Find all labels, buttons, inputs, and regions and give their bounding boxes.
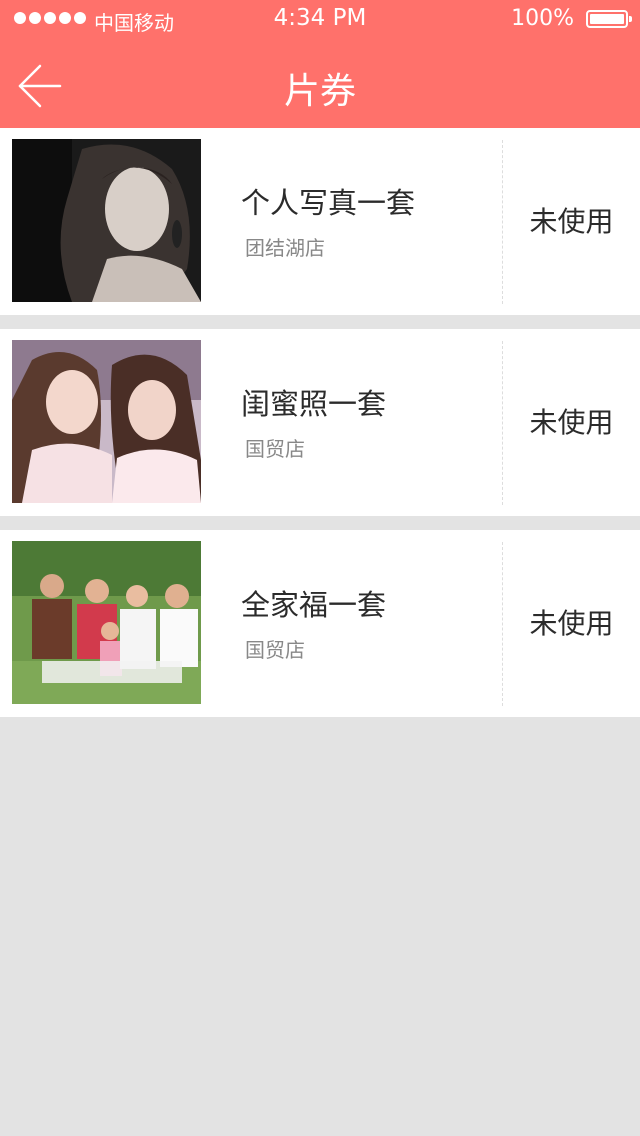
header: 中国移动 4:34 PM 100% 片券: [0, 0, 640, 128]
ticket-store: 国贸店: [245, 638, 305, 662]
ticket-item[interactable]: 个人写真一套 团结湖店 未使用: [0, 128, 640, 315]
ticket-status: 未使用: [529, 607, 614, 640]
screen: 中国移动 4:34 PM 100% 片券 个人写真一套 团结湖店 未使用 闺蜜照…: [0, 0, 640, 1136]
battery-percentage: 100%: [511, 6, 574, 31]
ticket-store: 国贸店: [245, 437, 305, 461]
ticket-status: 未使用: [529, 406, 614, 439]
ticket-item[interactable]: 全家福一套 国贸店 未使用: [0, 530, 640, 717]
ticket-item[interactable]: 闺蜜照一套 国贸店 未使用: [0, 329, 640, 516]
battery-icon: [586, 10, 632, 28]
ticket-name: 个人写真一套: [241, 186, 416, 220]
ticket-photo: [12, 541, 201, 704]
ticket-store: 团结湖店: [245, 236, 325, 260]
status-bar: 中国移动 4:34 PM 100%: [0, 0, 640, 40]
ticket-name: 全家福一套: [241, 588, 387, 622]
ticket-photo: [12, 139, 201, 302]
page-title: 片券: [283, 71, 356, 112]
nav-bar: 片券: [0, 40, 640, 128]
ticket-photo: [12, 340, 201, 503]
ticket-name: 闺蜜照一套: [241, 387, 387, 421]
ticket-list: 个人写真一套 团结湖店 未使用 闺蜜照一套 国贸店 未使用 全家福一套 国贸店 …: [0, 128, 640, 717]
ticket-status: 未使用: [529, 205, 614, 238]
